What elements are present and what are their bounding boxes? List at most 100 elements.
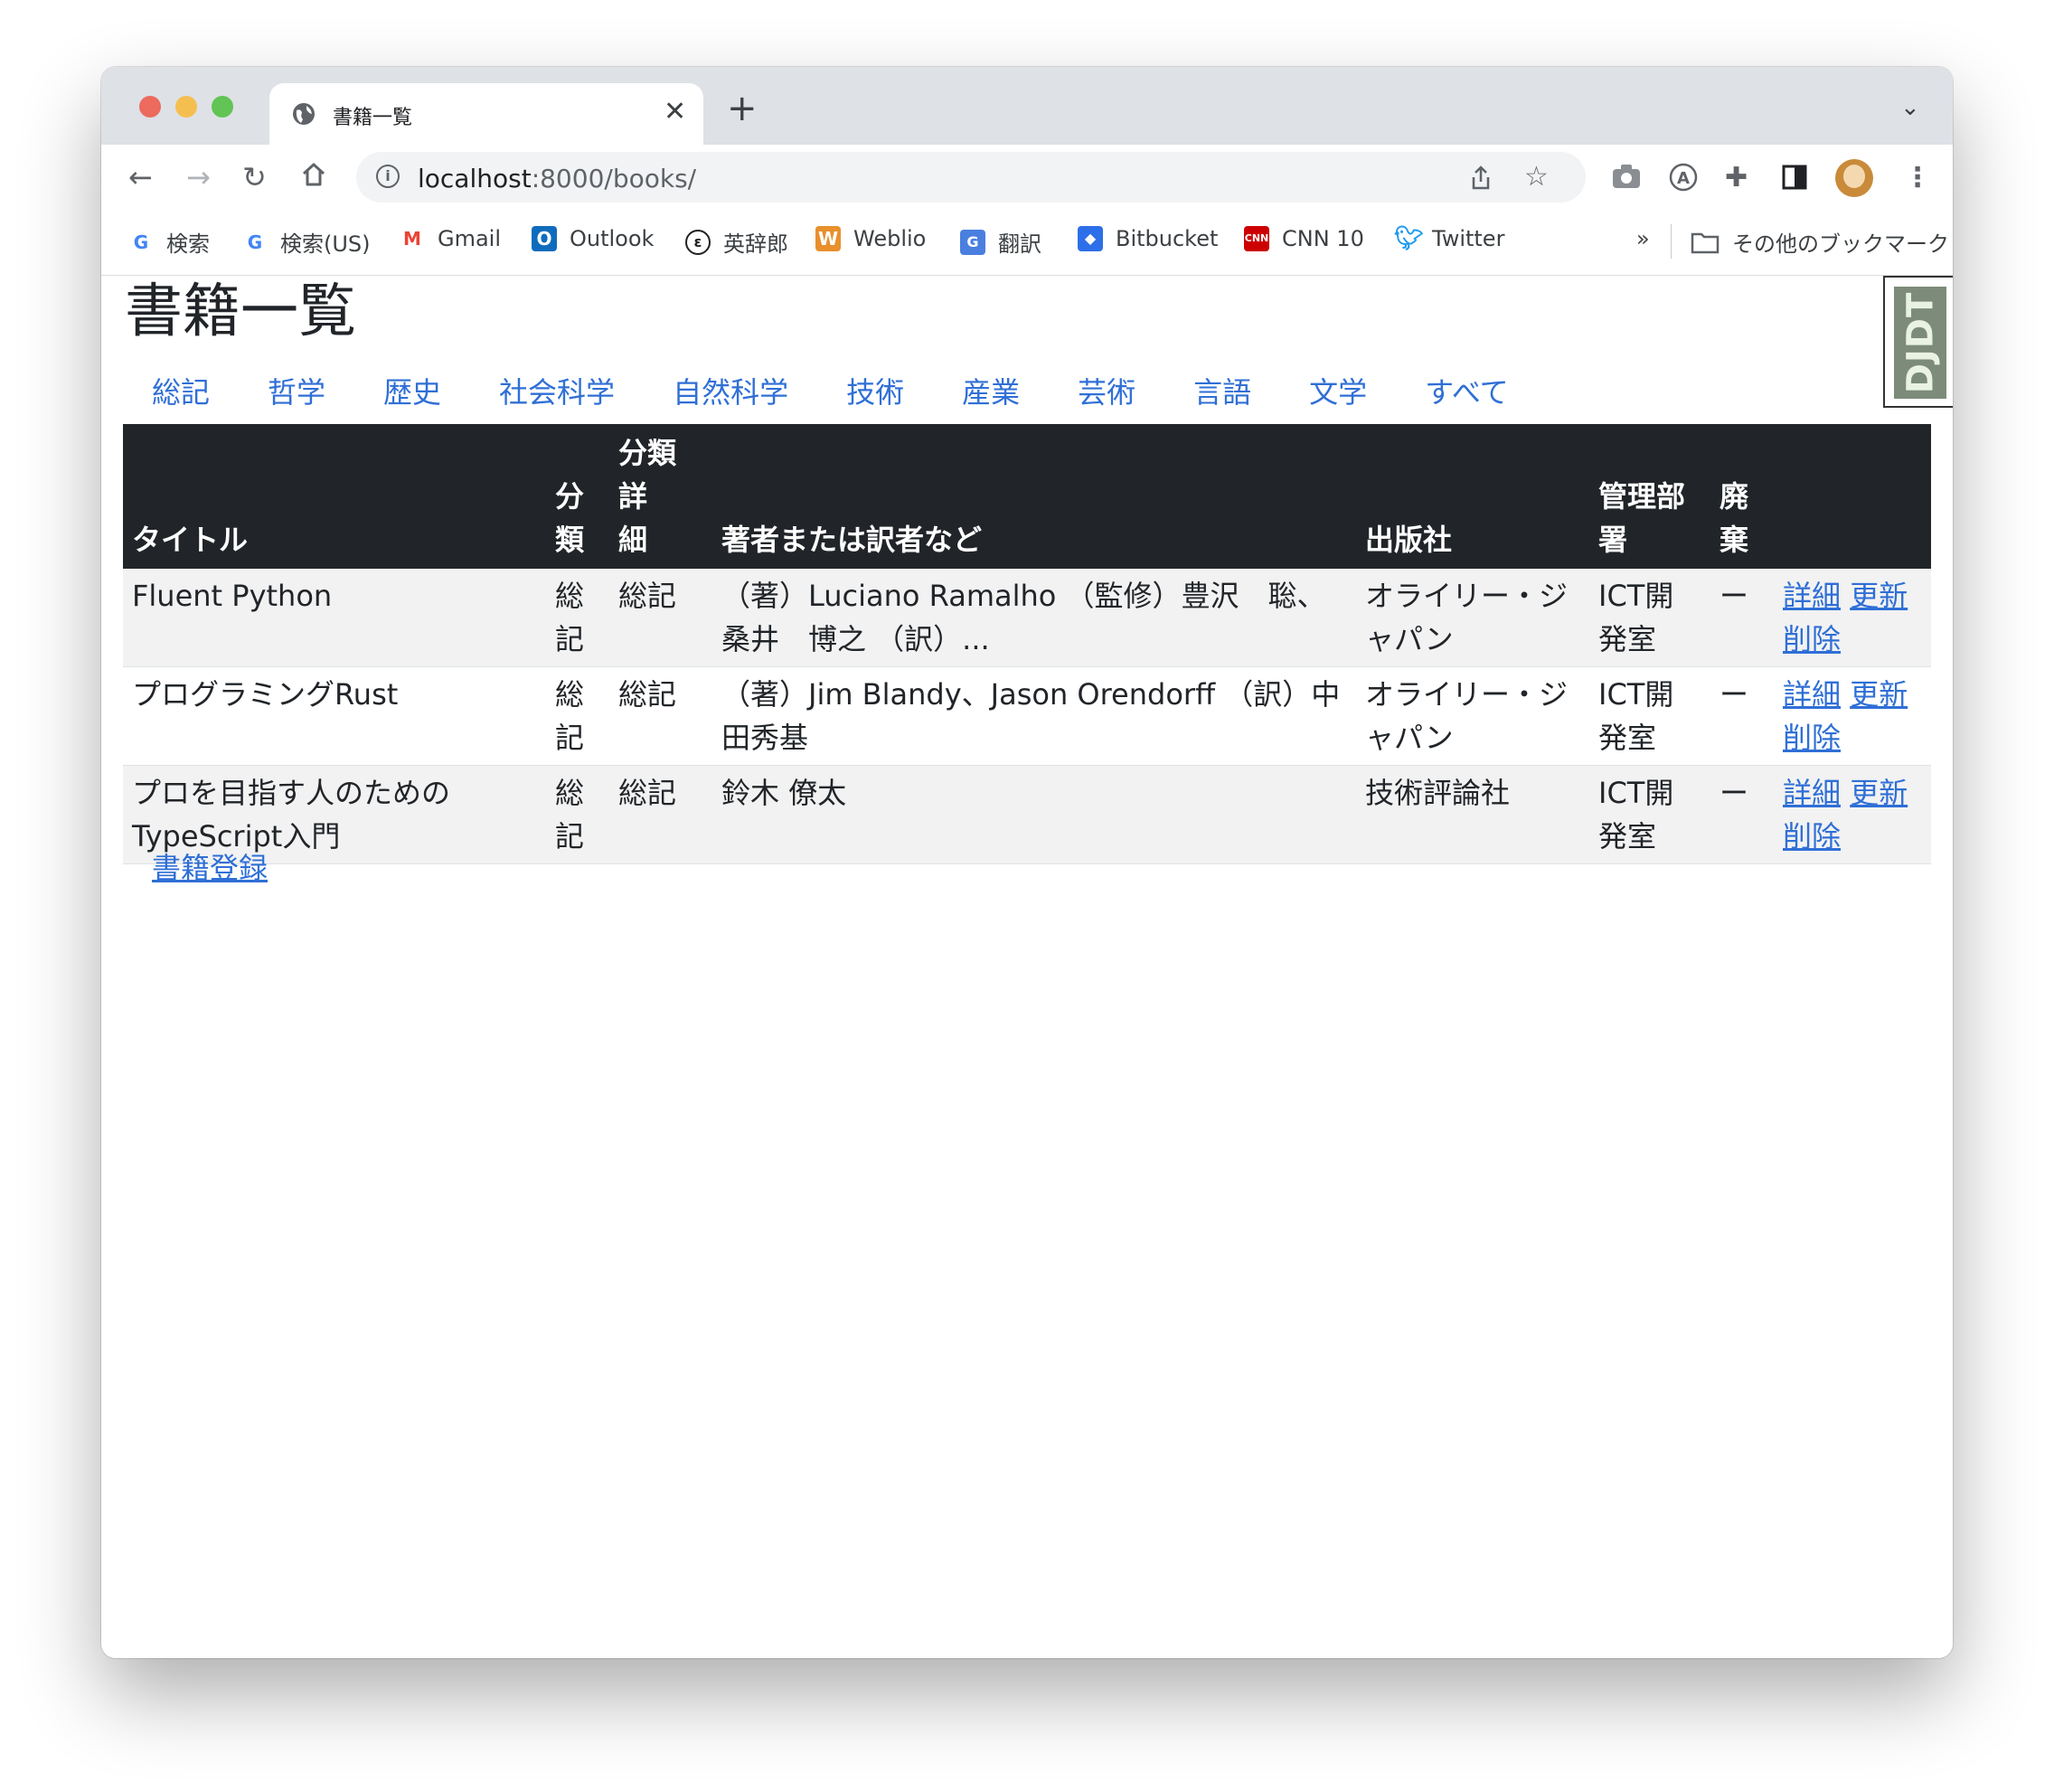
category-link-history[interactable]: 歴史 [354, 370, 470, 415]
close-window-button[interactable] [139, 96, 161, 118]
tab-search-chevron-icon[interactable]: ⌄ [1900, 94, 1920, 121]
tab-title: 書籍一覧 [333, 107, 413, 129]
category-link-language[interactable]: 言語 [1164, 370, 1280, 415]
cell-author: 鈴木 僚太 [712, 765, 1356, 864]
weblio-icon: W [815, 226, 841, 251]
cell-department: ICT開発室 [1589, 569, 1710, 667]
cell-category-detail: 総記 [609, 569, 712, 667]
update-link[interactable]: 更新 [1850, 677, 1908, 712]
category-link-art[interactable]: 芸術 [1049, 370, 1164, 415]
debug-toolbar-logo: DJDT [1894, 287, 1946, 399]
table-header-row: タイトル 分類 分類詳細 著者または訳者など 出版社 管理部署 廃棄 [123, 424, 1931, 569]
eijiro-icon: ε [685, 229, 711, 255]
browser-toolbar: ← → ↻ i localhost:8000/books/ ☆ A ✚ ⋮ [101, 145, 1953, 212]
update-link[interactable]: 更新 [1850, 776, 1908, 810]
cell-category-detail: 総記 [609, 765, 712, 864]
outlook-icon: O [532, 226, 557, 251]
debug-toolbar-handle[interactable]: DJDT [1883, 276, 1953, 408]
address-bar[interactable]: i localhost:8000/books/ ☆ [356, 152, 1586, 203]
globe-icon [293, 103, 315, 125]
url-text: localhost:8000/books/ [418, 164, 697, 193]
bookmark-item[interactable]: M Gmail [400, 226, 501, 251]
camera-extension-icon[interactable] [1611, 163, 1642, 190]
register-book-link[interactable]: 書籍登録 [152, 845, 268, 887]
browser-window: 書籍一覧 ✕ + ⌄ ← → ↻ i localhost:8000/books/… [101, 67, 1953, 1658]
bitbucket-icon: ◆ [1078, 226, 1103, 251]
bookmark-item[interactable]: 🐦︎ Twitter [1394, 226, 1504, 251]
site-info-icon[interactable]: i [376, 165, 400, 188]
gmail-icon: M [403, 228, 421, 250]
minimize-window-button[interactable] [175, 96, 197, 118]
cell-department: ICT開発室 [1589, 666, 1710, 766]
category-link-industry[interactable]: 産業 [933, 370, 1049, 415]
cell-author: （著）Luciano Ramalho （監修）豊沢 聡、桑井 博之 （訳）... [712, 569, 1356, 667]
delete-link[interactable]: 削除 [1783, 819, 1841, 854]
extensions-puzzle-icon[interactable]: ✚ [1725, 163, 1748, 193]
header-actions [1774, 424, 1931, 569]
bookmark-star-icon[interactable]: ☆ [1524, 161, 1549, 193]
category-link-philosophy[interactable]: 哲学 [239, 370, 354, 415]
delete-link[interactable]: 削除 [1783, 721, 1841, 755]
bookmark-item[interactable]: O Outlook [532, 226, 654, 251]
menu-kebab-icon[interactable]: ⋮ [1904, 163, 1931, 193]
cell-disposal: ー [1710, 569, 1774, 667]
books-table: タイトル 分類 分類詳細 著者または訳者など 出版社 管理部署 廃棄 Fluen… [123, 424, 1931, 864]
detail-link[interactable]: 詳細 [1783, 776, 1841, 810]
bookmark-item[interactable]: G 検索 [128, 226, 210, 258]
bookmarks-overflow-button[interactable]: » [1636, 226, 1650, 251]
category-link-literature[interactable]: 文学 [1280, 370, 1396, 415]
zoom-window-button[interactable] [212, 96, 233, 118]
home-icon[interactable] [300, 161, 327, 188]
cell-publisher: 技術評論社 [1356, 765, 1589, 864]
cell-actions: 詳細 更新 削除 [1774, 666, 1931, 766]
svg-text:A: A [1677, 169, 1690, 188]
header-title: タイトル [123, 424, 546, 569]
active-tab[interactable]: 書籍一覧 ✕ [269, 83, 703, 145]
cnn-icon: CNN [1244, 226, 1269, 251]
cell-category: 総記 [546, 666, 609, 766]
bookmark-item[interactable]: CNN CNN 10 [1244, 226, 1364, 251]
cell-title: Fluent Python [123, 569, 546, 667]
category-link-all[interactable]: すべて [1396, 370, 1537, 415]
header-disposal: 廃棄 [1710, 424, 1774, 569]
other-bookmarks-folder[interactable]: その他のブックマーク [1691, 226, 1949, 258]
category-link-natural-science[interactable]: 自然科学 [644, 370, 817, 415]
bookmark-item[interactable]: W Weblio [815, 226, 926, 251]
close-tab-icon[interactable]: ✕ [664, 96, 686, 128]
folder-icon [1691, 232, 1720, 253]
web-page: 書籍一覧 総記 哲学 歴史 社会科学 自然科学 技術 産業 芸術 言語 文学 す… [101, 276, 1953, 1658]
bookmark-item[interactable]: ε 英辞郎 [685, 226, 788, 258]
back-arrow-icon[interactable]: ← [128, 159, 153, 195]
reload-icon[interactable]: ↻ [242, 159, 267, 195]
bookmarks-bar: G 検索 G 検索(US) M Gmail O Outlook ε 英辞郎 W Weblio… [101, 212, 1953, 276]
category-link-social-science[interactable]: 社会科学 [470, 370, 644, 415]
update-link[interactable]: 更新 [1850, 579, 1908, 613]
cell-actions: 詳細 更新 削除 [1774, 765, 1931, 864]
category-link-general[interactable]: 総記 [125, 370, 239, 415]
detail-link[interactable]: 詳細 [1783, 579, 1841, 613]
header-author: 著者または訳者など [712, 424, 1356, 569]
bookmark-item[interactable]: G 翻訳 [960, 226, 1041, 258]
cell-disposal: ー [1710, 765, 1774, 864]
cell-category: 総記 [546, 765, 609, 864]
table-row: プロを目指す人のためのTypeScript入門 総記 総記 鈴木 僚太 技術評論… [123, 765, 1931, 864]
forward-arrow-icon[interactable]: → [186, 159, 211, 195]
side-panel-icon[interactable] [1781, 164, 1808, 191]
page-title: 書籍一覧 [125, 278, 356, 345]
header-category-detail: 分類詳細 [609, 424, 712, 569]
google-icon: G [133, 231, 149, 253]
delete-link[interactable]: 削除 [1783, 622, 1841, 656]
translate-extension-icon[interactable]: A [1668, 162, 1699, 193]
profile-avatar[interactable] [1835, 159, 1873, 197]
bookmarks-separator [1671, 224, 1672, 259]
cell-author: （著）Jim Blandy、Jason Orendorff （訳）中田秀基 [712, 666, 1356, 766]
google-icon: G [247, 231, 263, 253]
category-link-technology[interactable]: 技術 [817, 370, 933, 415]
share-icon[interactable] [1468, 165, 1493, 192]
bookmark-item[interactable]: G 検索(US) [242, 226, 371, 258]
detail-link[interactable]: 詳細 [1783, 677, 1841, 712]
cell-category-detail: 総記 [609, 666, 712, 766]
bookmark-item[interactable]: ◆ Bitbucket [1078, 226, 1218, 251]
new-tab-button[interactable]: + [727, 90, 758, 127]
cell-publisher: オライリー・ジャパン [1356, 569, 1589, 667]
